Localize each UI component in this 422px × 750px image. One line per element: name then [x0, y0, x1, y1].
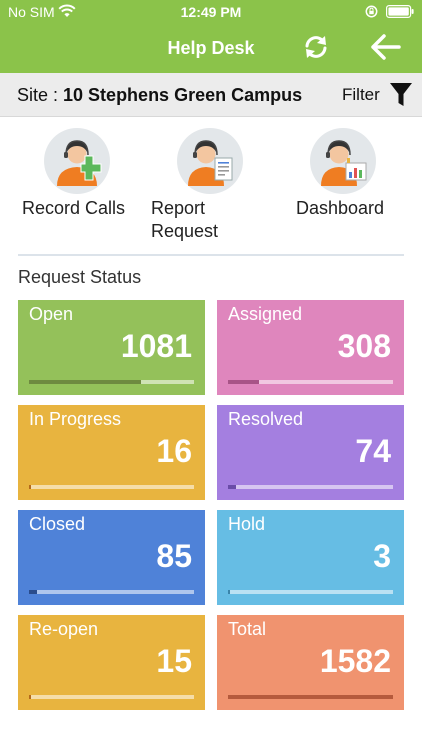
status-card-count: 15 — [156, 643, 192, 679]
status-card-count: 1081 — [120, 328, 192, 364]
status-progress-track — [29, 380, 194, 384]
report-request-label: Report Request — [151, 197, 218, 243]
status-card-closed[interactable]: Closed 85 — [18, 510, 205, 605]
filter-button[interactable]: Filter — [342, 82, 416, 108]
status-progress-track — [29, 695, 194, 699]
status-card-count: 308 — [337, 328, 391, 364]
filter-label: Filter — [342, 85, 380, 104]
status-card-open[interactable]: Open 1081 — [18, 300, 205, 395]
report-request-icon — [188, 140, 233, 186]
rotation-lock-icon — [365, 5, 378, 18]
site-prefix: Site : — [17, 85, 64, 105]
status-progress-fill — [228, 695, 393, 699]
status-card-label: Re-open — [29, 619, 99, 639]
status-progress-track — [228, 380, 393, 384]
status-card-assigned[interactable]: Assigned 308 — [217, 300, 404, 395]
clock-label: 12:49 PM — [180, 4, 242, 20]
status-card-resolved[interactable]: Resolved 74 — [217, 405, 404, 500]
status-card-count: 3 — [373, 538, 391, 574]
section-divider — [18, 254, 404, 256]
status-card-total[interactable]: Total 1582 — [217, 615, 404, 710]
status-card-count: 1582 — [319, 643, 391, 679]
status-progress-track — [228, 695, 393, 699]
status-card-re-open[interactable]: Re-open 15 — [18, 615, 205, 710]
dashboard-label: Dashboard — [296, 198, 385, 218]
status-card-label: Resolved — [228, 409, 304, 429]
page-title: Help Desk — [167, 38, 255, 58]
status-progress-fill — [228, 380, 259, 384]
status-bar: No SIM 12:49 PM — [0, 0, 422, 24]
record-calls-label: Record Calls — [22, 198, 126, 218]
status-card-label: Hold — [228, 514, 266, 534]
back-button[interactable] — [368, 32, 402, 62]
action-tiles: Record Calls Report Request Dashboard — [0, 128, 422, 243]
status-card-label: Open — [29, 304, 74, 324]
report-request-label-line1: Report — [151, 198, 206, 218]
site-selector[interactable]: Site : 10 Stephens Green Campus — [17, 85, 302, 106]
status-card-label: Total — [228, 619, 267, 639]
status-card-in-progress[interactable]: In Progress 16 — [18, 405, 205, 500]
refresh-icon — [305, 36, 327, 58]
status-card-label: Assigned — [228, 304, 303, 324]
status-progress-fill — [228, 590, 230, 594]
status-progress-track — [29, 485, 194, 489]
status-card-hold[interactable]: Hold 3 — [217, 510, 404, 605]
status-card-label: Closed — [29, 514, 86, 534]
status-card-label: In Progress — [29, 409, 122, 429]
status-progress-track — [228, 590, 393, 594]
status-progress-fill — [29, 380, 141, 384]
report-request-tile[interactable]: Report Request — [150, 128, 250, 243]
dashboard-icon — [321, 140, 367, 186]
record-calls-tile[interactable]: Record Calls — [22, 128, 134, 228]
status-progress-fill — [29, 590, 37, 594]
request-status-title: Request Status — [18, 267, 142, 287]
back-arrow-icon — [371, 34, 401, 60]
status-progress-track — [29, 590, 194, 594]
status-progress-fill — [228, 485, 236, 489]
record-calls-icon-circle — [44, 128, 110, 194]
status-card-count: 16 — [156, 433, 192, 469]
funnel-icon — [390, 83, 412, 106]
site-name: 10 Stephens Green Campus — [63, 85, 303, 105]
status-progress-track — [228, 485, 393, 489]
report-request-label-line2: Request — [151, 221, 219, 241]
refresh-button[interactable] — [302, 33, 330, 61]
report-request-icon-circle — [177, 128, 243, 194]
site-bar: Site : 10 Stephens Green Campus Filter — [0, 73, 422, 117]
dashboard-tile[interactable]: Dashboard — [296, 128, 396, 228]
record-calls-icon — [57, 140, 102, 186]
status-progress-fill — [29, 485, 31, 489]
status-progress-fill — [29, 695, 31, 699]
battery-icon — [386, 5, 414, 18]
header-bar: No SIM 12:49 PM Help Desk — [0, 0, 422, 73]
status-card-count: 85 — [156, 538, 192, 574]
status-card-count: 74 — [355, 433, 391, 469]
dashboard-icon-circle — [310, 128, 376, 194]
